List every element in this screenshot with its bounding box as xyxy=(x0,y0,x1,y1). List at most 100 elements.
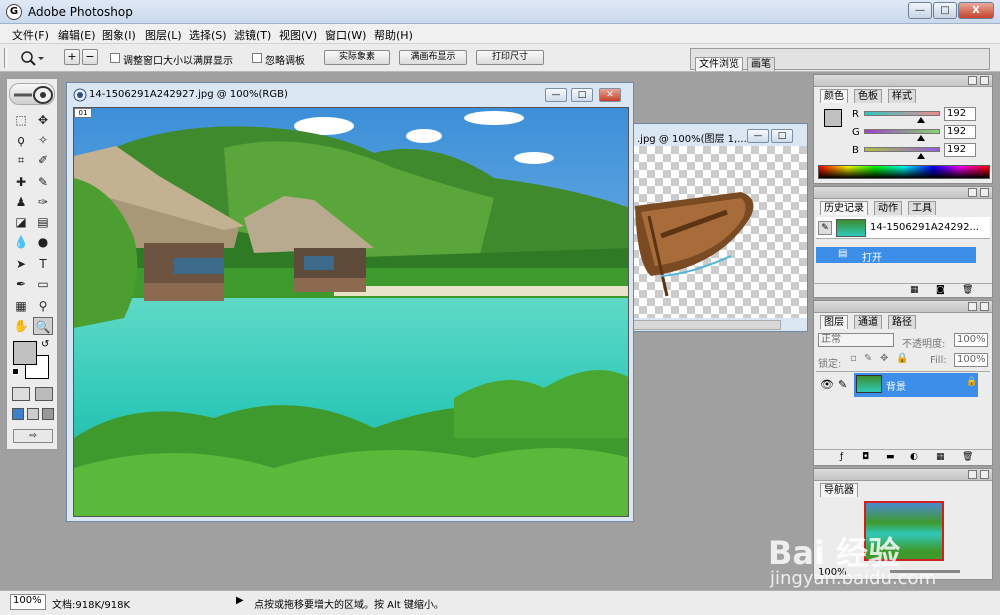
lock-all-icon[interactable]: 🔒 xyxy=(896,353,908,364)
lock-image-icon[interactable]: ✎ xyxy=(864,353,872,364)
hand-tool-icon[interactable]: ✋ xyxy=(11,317,31,335)
tab-file-browser[interactable]: 文件浏览 xyxy=(695,57,743,71)
tab-paths[interactable]: 路径 xyxy=(888,315,916,329)
notes-tool-icon[interactable]: ▦ xyxy=(11,297,31,315)
move-tool-icon[interactable]: ✥ xyxy=(33,111,53,129)
lock-position-icon[interactable]: ✥ xyxy=(880,353,888,364)
fill-input[interactable]: 100% xyxy=(954,353,988,367)
channel-g-slider[interactable] xyxy=(864,129,940,134)
menu-view[interactable]: 视图(V) xyxy=(279,27,317,43)
dodge-tool-icon[interactable]: ● xyxy=(33,233,53,251)
layer-style-icon[interactable]: ƒ xyxy=(840,452,843,462)
channel-b-slider[interactable] xyxy=(864,147,940,152)
status-doc-size[interactable]: 文档:918K/918K xyxy=(52,596,130,611)
channel-g-input[interactable]: 192 xyxy=(944,125,976,139)
channel-b-thumb[interactable] xyxy=(917,153,925,159)
shape-tool-icon[interactable]: ▭ xyxy=(33,275,53,293)
zoom-tool-preset-icon[interactable] xyxy=(20,50,44,66)
panel-close-icon[interactable] xyxy=(980,302,989,311)
layer-row-background[interactable]: 👁 ✎ 背景 🔒 xyxy=(816,371,990,397)
tab-history[interactable]: 历史记录 xyxy=(820,201,868,215)
resize-window-checkbox[interactable] xyxy=(110,53,120,63)
menu-help[interactable]: 帮助(H) xyxy=(374,27,413,43)
tab-layers[interactable]: 图层 xyxy=(820,315,848,329)
zoom-in-button[interactable]: + xyxy=(64,49,80,65)
tab-tool-presets[interactable]: 工具 xyxy=(908,201,936,215)
new-layer-icon[interactable]: ▦ xyxy=(936,452,945,462)
minimize-button[interactable]: — xyxy=(908,2,932,19)
clone-stamp-icon[interactable]: ♟ xyxy=(11,193,31,211)
type-tool-icon[interactable]: T xyxy=(33,255,53,273)
panel-minimize-icon[interactable] xyxy=(968,470,977,479)
marquee-tool-icon[interactable]: ⬚ xyxy=(11,111,31,129)
lock-transparency-icon[interactable]: ▫ xyxy=(850,353,857,364)
doc-minimize-button[interactable]: — xyxy=(545,88,567,102)
menu-image[interactable]: 图象(I) xyxy=(102,27,136,43)
doc2-maximize-button[interactable]: □ xyxy=(771,129,793,143)
lasso-tool-icon[interactable]: ϙ xyxy=(11,131,31,149)
ignore-palettes-checkbox[interactable] xyxy=(252,53,262,63)
tab-color[interactable]: 颜色 xyxy=(820,89,848,103)
tab-swatches[interactable]: 色板 xyxy=(854,89,882,103)
tab-channels[interactable]: 通道 xyxy=(854,315,882,329)
tab-brushes[interactable]: 画笔 xyxy=(747,57,775,71)
menu-edit[interactable]: 编辑(E) xyxy=(58,27,96,43)
actual-pixels-button[interactable]: 实际象素 xyxy=(324,50,390,65)
gradient-tool-icon[interactable]: ▤ xyxy=(33,213,53,231)
zoom-out-button[interactable]: − xyxy=(82,49,98,65)
doc-close-button[interactable]: ✕ xyxy=(599,88,621,102)
history-step-open[interactable]: ▤ 打开 xyxy=(816,247,976,264)
menu-filter[interactable]: 滤镜(T) xyxy=(234,27,271,43)
tab-styles[interactable]: 样式 xyxy=(888,89,916,103)
full-screen-mode-icon[interactable] xyxy=(42,408,54,420)
history-snapshot-row[interactable]: ✎ 14-1506291A24292... xyxy=(816,217,990,239)
healing-brush-icon[interactable]: ✚ xyxy=(11,173,31,191)
quick-mask-mode-icon[interactable] xyxy=(35,387,53,401)
eyedropper-icon[interactable]: ⚲ xyxy=(33,297,53,315)
channel-g-thumb[interactable] xyxy=(917,135,925,141)
menu-window[interactable]: 窗口(W) xyxy=(325,27,366,43)
layers-panel-titlebar[interactable] xyxy=(814,301,992,313)
document-window-main[interactable]: 14-1506291A242927.jpg @ 100%(RGB) — □ ✕ xyxy=(66,82,634,522)
channel-r-thumb[interactable] xyxy=(917,117,925,123)
eraser-tool-icon[interactable]: ◪ xyxy=(11,213,31,231)
maximize-button[interactable]: □ xyxy=(933,2,957,19)
opacity-input[interactable]: 100% xyxy=(954,333,988,347)
transparent-canvas[interactable] xyxy=(631,146,807,318)
delete-icon[interactable]: 🗑 xyxy=(962,285,973,295)
delete-layer-icon[interactable]: 🗑 xyxy=(962,452,973,462)
menu-layer[interactable]: 图层(L) xyxy=(145,27,182,43)
toolbox-header-logo[interactable] xyxy=(9,83,55,105)
image-canvas[interactable]: 01 xyxy=(73,107,629,517)
pen-tool-icon[interactable]: ✒ xyxy=(11,275,31,293)
standard-screen-mode-icon[interactable] xyxy=(12,408,24,420)
new-document-icon[interactable]: ▦ xyxy=(910,285,919,295)
tab-navigator[interactable]: 导航器 xyxy=(820,483,858,497)
path-selection-icon[interactable]: ➤ xyxy=(11,255,31,273)
blur-tool-icon[interactable]: 💧 xyxy=(11,233,31,251)
brush-tool-icon[interactable]: ✎ xyxy=(33,173,53,191)
panel-close-icon[interactable] xyxy=(980,188,989,197)
history-brush-source-icon[interactable]: ✎ xyxy=(818,221,832,235)
menu-select[interactable]: 选择(S) xyxy=(189,27,227,43)
panel-minimize-icon[interactable] xyxy=(968,188,977,197)
color-fg-swatch[interactable] xyxy=(824,109,842,127)
history-panel-titlebar[interactable] xyxy=(814,187,992,199)
full-screen-menu-mode-icon[interactable] xyxy=(27,408,39,420)
foreground-color-swatch[interactable] xyxy=(13,341,37,365)
doc2-horizontal-scrollbar[interactable] xyxy=(631,320,781,330)
layer-set-icon[interactable]: ▬ xyxy=(886,452,895,462)
fit-on-screen-button[interactable]: 满画布显示 xyxy=(399,50,467,65)
panel-close-icon[interactable] xyxy=(980,76,989,85)
color-ramp[interactable] xyxy=(818,165,990,179)
blend-mode-select[interactable]: 正常 xyxy=(818,333,894,347)
slice-tool-icon[interactable]: ✐ xyxy=(33,151,53,169)
crop-tool-icon[interactable]: ⌗ xyxy=(11,151,31,169)
status-arrow-icon[interactable]: ▶ xyxy=(236,595,244,606)
magic-wand-icon[interactable]: ✧ xyxy=(33,131,53,149)
doc2-minimize-button[interactable]: — xyxy=(747,129,769,143)
jump-to-imageready-icon[interactable]: ⇨ xyxy=(13,429,53,443)
channel-r-input[interactable]: 192 xyxy=(944,107,976,121)
tab-actions[interactable]: 动作 xyxy=(874,201,902,215)
color-panel-titlebar[interactable] xyxy=(814,75,992,87)
